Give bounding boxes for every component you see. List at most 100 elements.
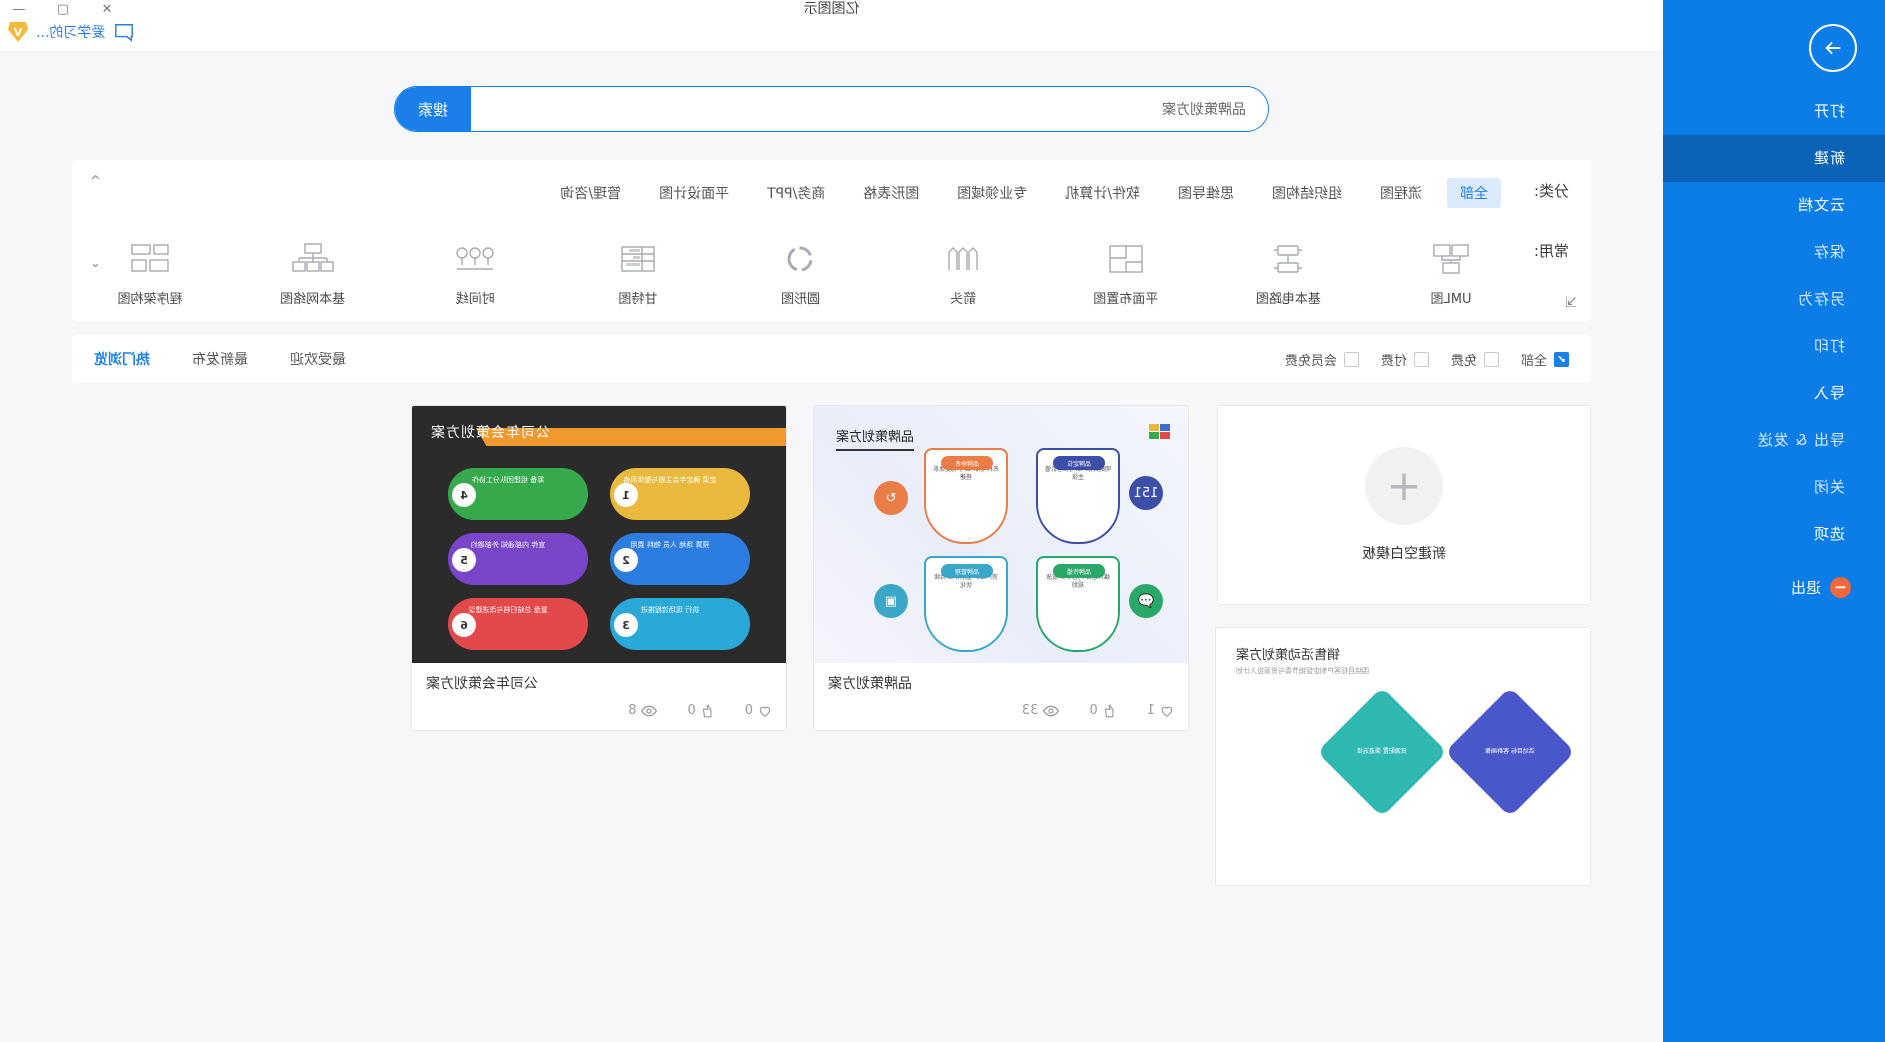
- common-item-label: 箭头: [950, 292, 977, 307]
- circuit-diagram-icon: [1238, 236, 1338, 282]
- category-item-mind-map[interactable]: 思维导图: [1165, 178, 1247, 208]
- pill-node-text: 宣传 内部通知 外部邀约: [470, 541, 546, 549]
- filter-member-free[interactable]: 会员免费: [1285, 350, 1359, 369]
- thumbs-up-icon: [702, 703, 712, 717]
- sidebar-menu: 打开 新建 云文档 保存 另存为 打印 导入 导出 & 发送 关闭 选项: [1663, 88, 1885, 558]
- category-item-all[interactable]: 全部: [1447, 178, 1501, 208]
- checkbox-checked-icon[interactable]: ✔: [1554, 351, 1569, 367]
- filter-paid[interactable]: 付费: [1381, 350, 1429, 369]
- back-arrow-button[interactable]: [1809, 24, 1857, 72]
- sort-hot-views[interactable]: 热门浏览: [94, 349, 150, 369]
- search-box: 搜索: [394, 86, 1269, 132]
- common-item-floor-plan[interactable]: 平面布置图: [1076, 236, 1176, 307]
- category-item-graphic-design[interactable]: 平面设计图: [646, 178, 742, 208]
- stat-value: 0: [744, 703, 753, 718]
- thumb-subtitle: 围绕目标客户制定促销节奏与资源投入计划: [1236, 667, 1369, 675]
- common-item-arrow[interactable]: 箭头: [913, 236, 1013, 307]
- chevron-up-icon[interactable]: ^: [90, 174, 101, 189]
- sidebar-item-exit[interactable]: − 退出: [1663, 564, 1885, 610]
- common-item-network[interactable]: 基本网络图: [263, 236, 363, 307]
- plus-icon: +: [1365, 447, 1443, 525]
- template-card-brand-plan[interactable]: 品牌策划方案 明确目标人群与核心价值主张 品牌定位 名称 标识 口号 视觉体系搭…: [813, 405, 1189, 731]
- sidebar-item-cloud-doc[interactable]: 云文档: [1663, 182, 1885, 229]
- thumbs-up-icon: [1104, 703, 1114, 717]
- template-stats: 1 0 33: [814, 697, 1188, 730]
- filter-bar: ✔ 全部 免费 付费 会员免费 最受欢迎 最新发布 热门浏览: [72, 335, 1591, 383]
- checkbox-icon[interactable]: [1343, 351, 1359, 367]
- checkbox-icon[interactable]: [1483, 351, 1499, 367]
- message-icon[interactable]: [113, 22, 135, 42]
- sidebar-item-open[interactable]: 打开: [1663, 88, 1885, 135]
- filter-label: 全部: [1520, 353, 1547, 369]
- category-item-org-chart[interactable]: 组织结构图: [1259, 178, 1355, 208]
- stat-favs: 0: [745, 703, 772, 718]
- stat-value: 1: [1146, 703, 1155, 718]
- common-item-gantt[interactable]: 甘特图: [588, 236, 688, 307]
- sidebar-item-import[interactable]: 导入: [1663, 370, 1885, 417]
- category-item-business-ppt[interactable]: 商务/PPT: [754, 178, 838, 208]
- pill-number: 3: [614, 613, 638, 637]
- common-label: 常用:: [1533, 242, 1569, 260]
- sort-newest[interactable]: 最新发布: [192, 349, 248, 369]
- category-item-software[interactable]: 软件/计算机: [1052, 178, 1153, 208]
- close-icon[interactable]: ✕: [98, 2, 116, 17]
- sort-most-popular[interactable]: 最受欢迎: [290, 349, 346, 369]
- search-input[interactable]: [471, 87, 1268, 131]
- uml-diagram-icon: [1401, 236, 1501, 282]
- common-item-donut[interactable]: 圆形图: [751, 236, 851, 307]
- new-blank-label: 新建空白模板: [1362, 546, 1446, 562]
- new-blank-template-button[interactable]: + 新建空白模板: [1217, 405, 1591, 605]
- checkbox-icon[interactable]: [1413, 351, 1429, 367]
- sidebar-item-save-as[interactable]: 另存为: [1663, 276, 1885, 323]
- category-item-management[interactable]: 管理/咨询: [547, 178, 634, 208]
- stat-value: 0: [687, 703, 696, 718]
- network-diagram-icon: [263, 236, 363, 282]
- sidebar-item-options[interactable]: 选项: [1663, 511, 1885, 558]
- common-item-circuit[interactable]: 基本电路图: [1238, 236, 1338, 307]
- brand-logo-icon: [1149, 424, 1170, 439]
- template-card-sales-plan[interactable]: 销售活动策划方案 围绕目标客户制定促销节奏与资源投入计划 活动目标 客群画像 资…: [1215, 627, 1591, 886]
- minimize-icon[interactable]: —: [10, 2, 28, 17]
- shield-caption: 品牌传播: [1053, 564, 1105, 578]
- shield-caption: 品牌定位: [1053, 456, 1105, 470]
- template-title: 品牌策划方案: [828, 676, 912, 692]
- search-button[interactable]: 搜索: [395, 87, 471, 131]
- pill-number: 2: [614, 548, 638, 572]
- user-name[interactable]: 爱学习的...: [36, 22, 105, 42]
- common-item-label: 甘特图: [618, 292, 658, 307]
- sidebar-item-close[interactable]: 关闭: [1663, 464, 1885, 511]
- sidebar-item-export-send[interactable]: 导出 & 发送: [1663, 417, 1885, 464]
- thumb-title: 公司年会策划方案: [430, 425, 550, 441]
- category-item-flowchart[interactable]: 流程图: [1367, 178, 1435, 208]
- exit-icon: −: [1830, 576, 1851, 598]
- sidebar-item-print[interactable]: 打印: [1663, 323, 1885, 370]
- filter-all[interactable]: ✔ 全部: [1521, 350, 1569, 369]
- common-item-timeline[interactable]: 时间线: [425, 236, 525, 307]
- template-card-annual-meeting[interactable]: 公司年会策划方案 定调 确定年会主题与整体风格 1 筹备 组建团队分工协作 4 …: [411, 405, 787, 731]
- maximize-icon[interactable]: ▢: [54, 2, 72, 17]
- common-item-uml[interactable]: UML图: [1401, 236, 1501, 307]
- stat-views: 8: [628, 703, 658, 718]
- filter-free[interactable]: 免费: [1451, 350, 1499, 369]
- sidebar-item-new[interactable]: 新建: [1663, 135, 1885, 182]
- common-item-label: 基本电路图: [1255, 292, 1321, 307]
- stat-value: 8: [628, 703, 637, 718]
- stat-favs: 1: [1147, 703, 1174, 718]
- category-item-professional[interactable]: 专业领域图: [944, 178, 1040, 208]
- chevron-down-icon[interactable]: ⌄: [90, 256, 101, 271]
- pill-node-text: 定调 确定年会主题与整体风格: [623, 476, 717, 484]
- category-item-graph-table[interactable]: 图形表格: [850, 178, 932, 208]
- common-item-program-architecture[interactable]: 程序架构图: [100, 236, 200, 307]
- diamond-node-text: 活动目标 客群画像: [1485, 748, 1535, 756]
- diamond-node: 活动目标 客群画像: [1444, 686, 1576, 818]
- program-architecture-icon: [100, 236, 200, 282]
- diamond-node-text: 资源配置 渠道选择: [1357, 748, 1407, 756]
- common-item-label: 时间线: [455, 292, 495, 307]
- bubble-node: 💬: [1129, 584, 1163, 618]
- pill-number: 1: [614, 483, 638, 507]
- sidebar-item-save[interactable]: 保存: [1663, 229, 1885, 276]
- pill-node-text: 复盘 总结归档与改进建议: [468, 606, 548, 614]
- expand-icon[interactable]: ⇲: [1565, 295, 1577, 311]
- pill-number: 4: [452, 483, 476, 507]
- category-card: ^ 分类: 全部 流程图 组织结构图 思维导图 软件/计算机 专业领域图 图形表…: [72, 160, 1591, 321]
